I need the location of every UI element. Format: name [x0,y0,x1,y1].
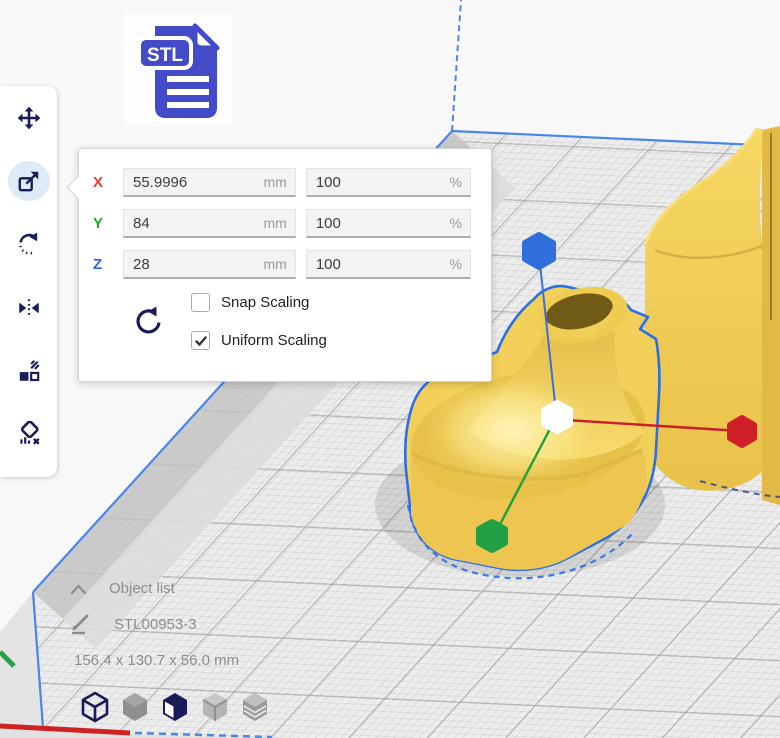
rotate-tool-button[interactable] [8,224,50,264]
object-dimensions: 156.4 x 130.7 x 56.0 mm [74,652,239,669]
object-list-panel: Object list STL00953-3 156.4 x 130.7 x 5… [70,580,239,669]
x-size-unit: mm [264,174,287,190]
view-left-button[interactable] [198,690,232,726]
axis-x-label: X [93,174,109,191]
scale-row-z: Z mm % [93,250,471,279]
support-blocker-icon [16,421,42,447]
mirror-tool-button[interactable] [8,288,50,328]
view-preset-toolbar [78,690,278,726]
y-percent-unit: % [450,215,462,231]
y-percent-input[interactable] [306,209,471,238]
mirror-icon [16,295,42,321]
scale-row-y: Y mm % [93,209,471,238]
z-axis-dashed-line [452,0,461,131]
object-list-item[interactable]: STL00953-3 [70,613,239,635]
z-percent-unit: % [450,256,462,272]
stl-file-icon: STL [135,20,221,120]
scale-row-x: X mm % [93,168,471,197]
x-percent-input[interactable] [306,168,471,197]
y-size-unit: mm [264,215,287,231]
view-top-button[interactable] [158,690,192,726]
axis-y-label: Y [93,215,109,232]
x-percent-unit: % [450,174,462,190]
object-list-header[interactable]: Object list [70,580,239,597]
y-axis-indicator [0,652,14,666]
view-front-button[interactable] [118,690,152,726]
view-3d-button[interactable] [78,690,112,726]
cube-3d-view-icon [79,690,111,724]
support-blocker-button[interactable] [8,414,50,454]
view-right-button[interactable] [238,690,272,726]
stl-file-drag-preview: STL [123,14,233,126]
edit-pencil-icon [70,613,96,635]
stl-label: STL [147,45,183,66]
tool-sidebar [0,86,57,477]
snap-scaling-label: Snap Scaling [221,294,309,311]
rotate-icon [16,231,42,257]
per-model-settings-button[interactable] [8,351,50,391]
cube-right-view-icon [239,690,271,724]
snap-scaling-option[interactable]: Snap Scaling [191,293,309,312]
axis-z-label: Z [93,256,109,273]
cura-workspace: STL [0,0,780,738]
move-icon [16,105,42,131]
snap-scaling-checkbox[interactable] [191,293,210,312]
panel-pointer-notch [66,175,90,199]
object-list-title: Object list [109,580,175,597]
cube-top-view-icon [159,690,191,724]
uniform-scaling-label: Uniform Scaling [221,332,327,349]
scale-tool-panel: X mm % Y mm % Z mm % [78,148,492,382]
chevron-up-icon [70,583,87,595]
cube-left-view-icon [199,690,231,724]
cube-front-view-icon [119,690,151,724]
z-size-unit: mm [264,256,287,272]
reset-icon [132,305,164,337]
uniform-scaling-option[interactable]: Uniform Scaling [191,331,327,350]
per-model-settings-icon [16,358,42,384]
reset-scale-button[interactable] [131,305,165,339]
uniform-scaling-checkbox[interactable] [191,331,210,350]
object-name: STL00953-3 [114,616,197,633]
move-tool-button[interactable] [8,98,50,138]
check-icon [195,335,207,347]
scale-tool-button[interactable] [8,161,50,201]
z-percent-input[interactable] [306,250,471,279]
scale-panel-options: Snap Scaling Uniform Scaling [93,291,471,371]
scale-icon [16,168,42,194]
